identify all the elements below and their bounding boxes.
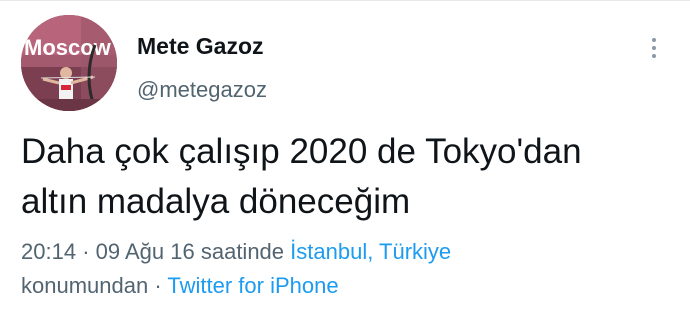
tweet-meta-line-2: konumundan · Twitter for iPhone <box>21 269 671 303</box>
location-suffix: konumundan <box>21 273 149 298</box>
avatar-image: Moscow <box>21 15 117 111</box>
tweet-date[interactable]: 09 Ağu 16 saatinde <box>96 239 284 264</box>
more-vertical-icon <box>652 54 656 58</box>
tweet-time[interactable]: 20:14 <box>21 239 76 264</box>
tweet-meta-line-1: 20:14 · 09 Ağu 16 saatinde İstanbul, Tür… <box>21 235 671 269</box>
more-vertical-icon <box>652 46 656 50</box>
source-link[interactable]: Twitter for iPhone <box>167 273 338 298</box>
meta-separator: · <box>82 239 90 264</box>
tweet: Moscow Mete Gazoz @metegazoz Daha çok ça… <box>0 0 690 322</box>
avatar[interactable]: Moscow <box>21 15 117 111</box>
avatar-banner-text: Moscow <box>24 35 112 60</box>
tweet-meta: 20:14 · 09 Ağu 16 saatinde İstanbul, Tür… <box>21 235 671 303</box>
meta-separator: · <box>154 273 162 298</box>
tweet-text-line: Daha çok çalışıp 2020 de Tokyo'dan <box>21 132 582 171</box>
tweet-text: Daha çok çalışıp 2020 de Tokyo'dan altın… <box>21 127 671 227</box>
more-vertical-icon <box>652 38 656 42</box>
location-link[interactable]: İstanbul, Türkiye <box>290 239 451 264</box>
author-handle[interactable]: @metegazoz <box>137 77 267 103</box>
more-options-button[interactable] <box>640 32 668 64</box>
tweet-text-line: altın madalya döneceğim <box>21 182 411 221</box>
author-display-name[interactable]: Mete Gazoz <box>137 33 264 60</box>
